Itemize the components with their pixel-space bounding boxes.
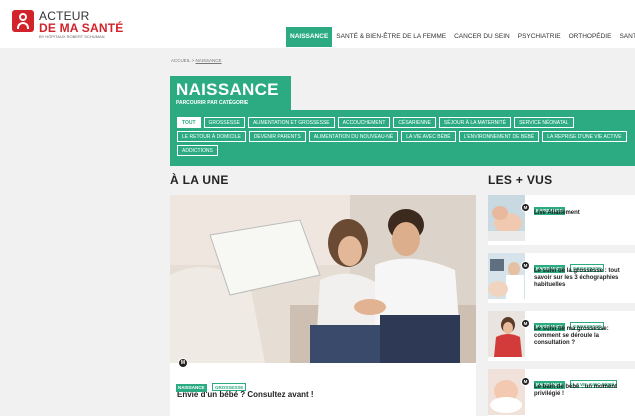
filter-tag-sejour-maternite[interactable]: SÉJOUR À LA MATERNITÉ (438, 117, 512, 128)
most-viewed-item[interactable]: M NAISSANCE Live Allaitement (488, 195, 635, 245)
breadcrumb: ACCUEIL > NAISSANCE (171, 58, 222, 63)
tag-badge-naissance[interactable]: NAISSANCE (176, 384, 207, 392)
media-play-icon[interactable]: M (521, 203, 530, 212)
article-thumbnail[interactable] (488, 311, 525, 357)
article-title[interactable]: Le suivi de ma grossesse: comment se dér… (534, 326, 630, 347)
main-nav: NAISSANCE SANTÉ & BIEN-ÊTRE DE LA FEMME … (286, 27, 635, 47)
filter-tag-alimentation-grossesse[interactable]: ALIMENTATION ET GROSSESSE (247, 117, 335, 128)
nav-item-cancer-sein[interactable]: CANCER DU SEIN (450, 27, 514, 47)
media-play-icon[interactable]: M (521, 319, 530, 328)
filter-tag-accouchement[interactable]: ACCOUCHEMENT (337, 117, 391, 128)
article-thumbnail[interactable] (488, 195, 525, 241)
nav-item-sante[interactable]: SANT (615, 27, 635, 47)
filter-tag-cesarienne[interactable]: CÉSARIENNE (393, 117, 436, 128)
nav-item-naissance[interactable]: NAISSANCE (286, 27, 333, 47)
site-header: ACTEUR DE MA SANTÉ BY HÔPITAUX ROBERT SC… (0, 0, 635, 48)
category-header: NAISSANCE PARCOURIR PAR CATÉGORIE (170, 76, 291, 112)
most-viewed-item[interactable]: M NAISSANCE LA VIE AVEC BÉBÉ Le bain de … (488, 369, 635, 416)
person-icon (12, 10, 34, 32)
article-title[interactable]: Le bain de bébé : un moment privilégié ! (534, 384, 630, 398)
featured-tags: NAISSANCE GROSSESSE (176, 376, 247, 394)
category-filter-panel: TOUT GROSSESSE ALIMENTATION ET GROSSESSE… (170, 110, 635, 166)
filter-tag-alimentation-nouveau-ne[interactable]: ALIMENTATION DU NOUVEAU-NÉ (308, 131, 399, 142)
filter-tag-retour-domicile[interactable]: LE RETOUR À DOMICILE (177, 131, 246, 142)
filter-tag-addictions[interactable]: ADDICTIONS (177, 145, 218, 156)
breadcrumb-home[interactable]: ACCUEIL (171, 58, 190, 63)
tag-badge-grossesse[interactable]: GROSSESSE (211, 383, 247, 391)
filter-tag-service-neonatal[interactable]: SERVICE NÉONATAL (514, 117, 574, 128)
filter-tag-devenir-parents[interactable]: DEVENIR PARENTS (248, 131, 306, 142)
logo-line2: DE MA SANTÉ (39, 21, 124, 35)
media-play-icon[interactable]: M (178, 358, 188, 368)
article-thumbnail[interactable] (488, 253, 525, 299)
article-title[interactable]: Live Allaitement (534, 210, 630, 217)
breadcrumb-separator: > (191, 58, 195, 63)
filter-tag-grossesse[interactable]: GROSSESSE (203, 117, 245, 128)
featured-section-title: À LA UNE (170, 173, 229, 187)
filter-tag-environnement-bebe[interactable]: L'ENVIRONNEMENT DE BÉBÉ (458, 131, 540, 142)
site-logo[interactable]: ACTEUR DE MA SANTÉ BY HÔPITAUX ROBERT SC… (12, 10, 123, 39)
article-thumbnail[interactable] (488, 369, 525, 415)
nav-item-sante-femme[interactable]: SANTÉ & BIEN-ÊTRE DE LA FEMME (332, 27, 450, 47)
logo-line3: BY HÔPITAUX ROBERT SCHUMAN (39, 34, 105, 39)
featured-article-image[interactable] (170, 195, 476, 363)
most-viewed-item[interactable]: M NAISSANCE GROSSESSE Le suivi de la gro… (488, 253, 635, 303)
media-play-icon[interactable]: M (521, 261, 530, 270)
filter-tag-tout[interactable]: TOUT (177, 117, 201, 128)
page-title: NAISSANCE (176, 80, 279, 99)
category-subtitle: PARCOURIR PAR CATÉGORIE (176, 100, 249, 106)
most-viewed-section-title: LES + VUS (488, 173, 553, 187)
filter-tag-reprise-vie-active[interactable]: LA REPRISE D'UNE VIE ACTIVE (542, 131, 627, 142)
nav-item-orthopedie[interactable]: ORTHOPÉDIE (565, 27, 616, 47)
media-play-icon[interactable]: M (521, 377, 530, 386)
breadcrumb-current[interactable]: NAISSANCE (196, 58, 222, 63)
article-title[interactable]: Le suivi de la grossesse : tout savoir s… (534, 268, 630, 289)
filter-tag-vie-avec-bebe[interactable]: LA VIE AVEC BÉBÉ (401, 131, 456, 142)
most-viewed-item[interactable]: M NAISSANCE GROSSESSE Le suivi de ma gro… (488, 311, 635, 361)
nav-item-psychiatrie[interactable]: PSYCHIATRIE (514, 27, 565, 47)
